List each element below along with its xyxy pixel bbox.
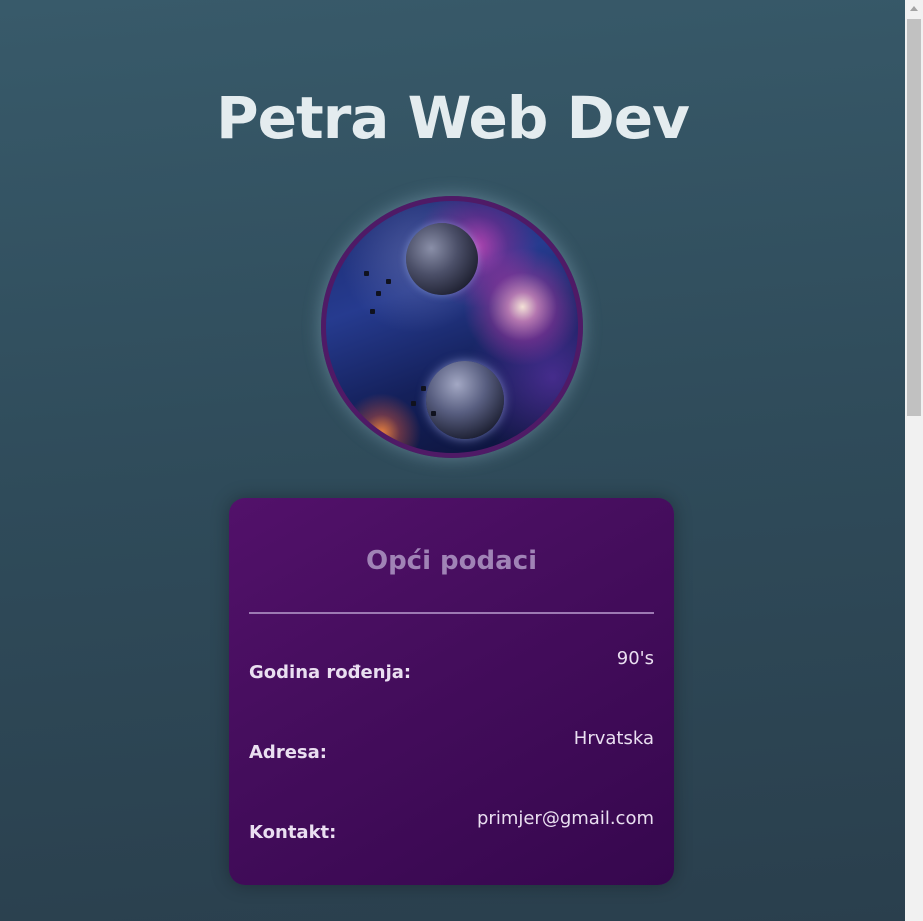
general-info-card: Opći podaci Godina rođenja: 90's Adresa:… <box>229 498 674 885</box>
info-row-contact: Kontakt: primjer@gmail.com <box>249 808 654 848</box>
scrollbar-thumb[interactable] <box>907 19 921 416</box>
card-title: Opći podaci <box>365 546 538 576</box>
info-value: Hrvatska <box>573 728 654 749</box>
divider <box>249 612 654 614</box>
asteroid-icon <box>421 386 426 391</box>
asteroid-icon <box>364 271 369 276</box>
vertical-scrollbar[interactable] <box>905 0 923 921</box>
info-label: Adresa: <box>249 742 327 763</box>
info-value: 90's <box>616 648 654 669</box>
asteroid-icon <box>411 401 416 406</box>
page: Petra Web Dev Opći podaci Godina rođenja… <box>0 0 905 921</box>
asteroid-icon <box>431 411 436 416</box>
planet-icon <box>426 361 504 439</box>
asteroid-icon <box>386 279 391 284</box>
page-title: Petra Web Dev <box>216 84 690 152</box>
asteroid-icon <box>376 291 381 296</box>
info-label: Kontakt: <box>249 822 337 843</box>
info-label: Godina rođenja: <box>249 662 412 683</box>
info-value: primjer@gmail.com <box>477 808 654 829</box>
planet-icon <box>406 223 478 295</box>
scroll-up-arrow-icon[interactable] <box>910 6 918 11</box>
info-row-address: Adresa: Hrvatska <box>249 728 654 768</box>
avatar <box>321 196 583 458</box>
asteroid-icon <box>370 309 375 314</box>
info-row-birth-year: Godina rođenja: 90's <box>249 648 654 688</box>
